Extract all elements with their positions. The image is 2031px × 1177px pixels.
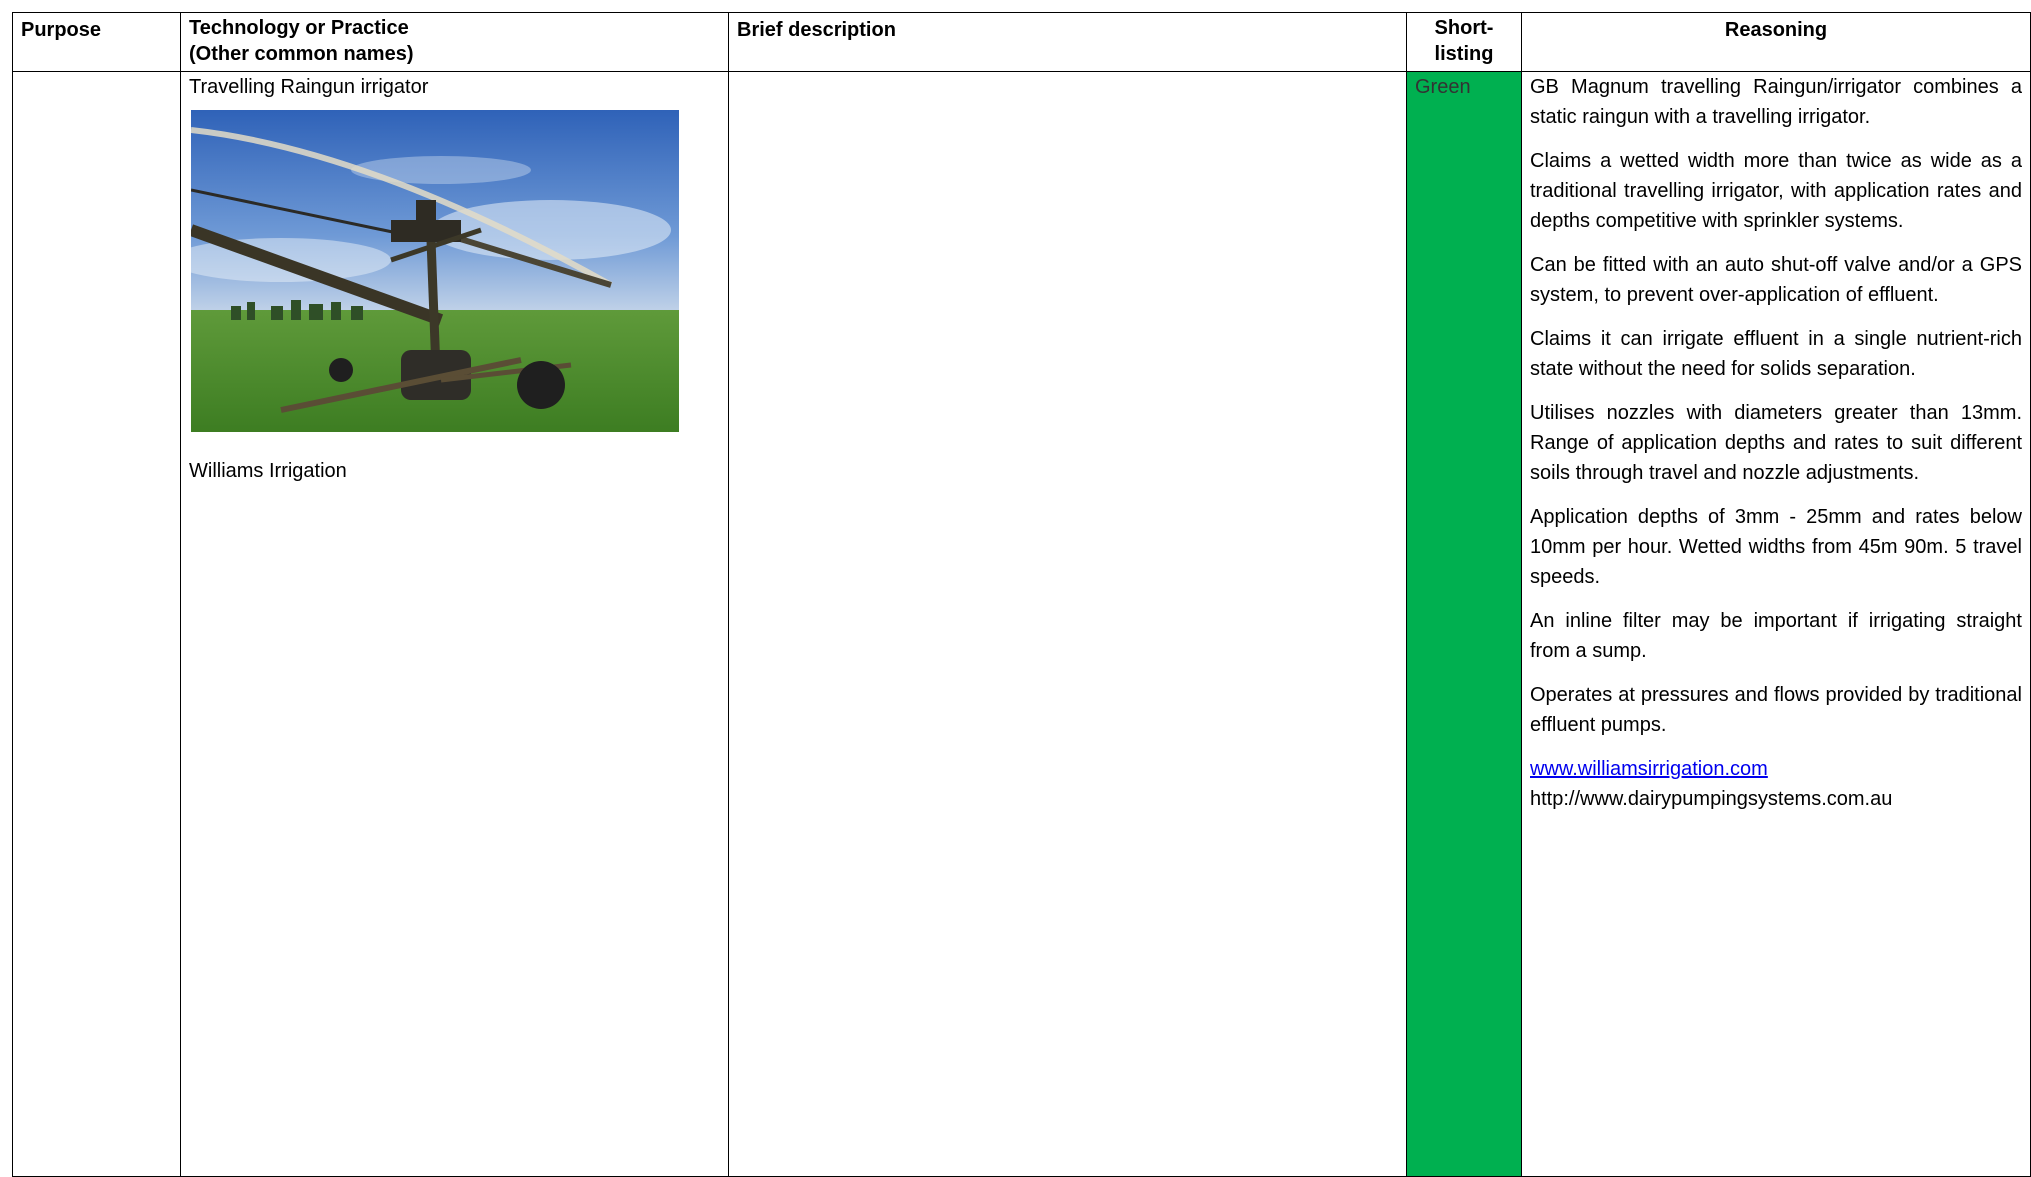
cell-reasoning: GB Magnum travelling Raingun/irrigator c… (1521, 71, 2031, 1177)
cell-shortlisting: Green (1406, 71, 1522, 1177)
header-reasoning: Reasoning (1521, 12, 2031, 72)
williams-irrigation-link[interactable]: www.williamsirrigation.com (1530, 758, 1768, 780)
header-short-line1: Short- (1434, 17, 1494, 39)
cell-purpose (12, 71, 181, 1177)
header-row: Purpose Technology or Practice (Other co… (12, 12, 2031, 72)
shortlisting-status: Green (1415, 76, 1471, 98)
table-row: Travelling Raingun irrigator Williams Ir… (12, 71, 2031, 1177)
technology-name: Travelling Raingun irrigator (189, 76, 429, 98)
header-technology-line1: Technology or Practice (189, 17, 409, 39)
cell-brief (728, 71, 1407, 1177)
header-technology-line2: (Other common names) (189, 43, 414, 65)
reasoning-paragraph: GB Magnum travelling Raingun/irrigator c… (1530, 76, 2022, 128)
reasoning-paragraph: An inline filter may be important if irr… (1530, 610, 2022, 662)
cell-technology: Travelling Raingun irrigator Williams Ir… (180, 71, 729, 1177)
technology-table: Purpose Technology or Practice (Other co… (12, 12, 2031, 1177)
raingun-photo (191, 110, 679, 432)
reasoning-paragraph: Claims a wetted width more than twice as… (1530, 150, 2022, 232)
reasoning-paragraph: Operates at pressures and flows provided… (1530, 684, 2022, 736)
header-purpose: Purpose (12, 12, 181, 72)
supplier-name: Williams Irrigation (189, 460, 347, 482)
header-short-line2: listing (1434, 43, 1494, 65)
reasoning-paragraph: Claims it can irrigate effluent in a sin… (1530, 328, 2022, 380)
reference-links: www.williamsirrigation.com http://www.da… (1530, 754, 2022, 814)
reasoning-paragraph: Can be fitted with an auto shut-off valv… (1530, 254, 2022, 306)
reasoning-paragraph: Application depths of 3mm - 25mm and rat… (1530, 506, 2022, 588)
reasoning-paragraph: Utilises nozzles with diameters greater … (1530, 402, 2022, 484)
dairy-pumping-url: http://www.dairypumpingsystems.com.au (1530, 788, 1893, 810)
header-shortlisting: Short- listing (1406, 12, 1522, 72)
header-brief: Brief description (728, 12, 1407, 72)
header-technology: Technology or Practice (Other common nam… (180, 12, 729, 72)
